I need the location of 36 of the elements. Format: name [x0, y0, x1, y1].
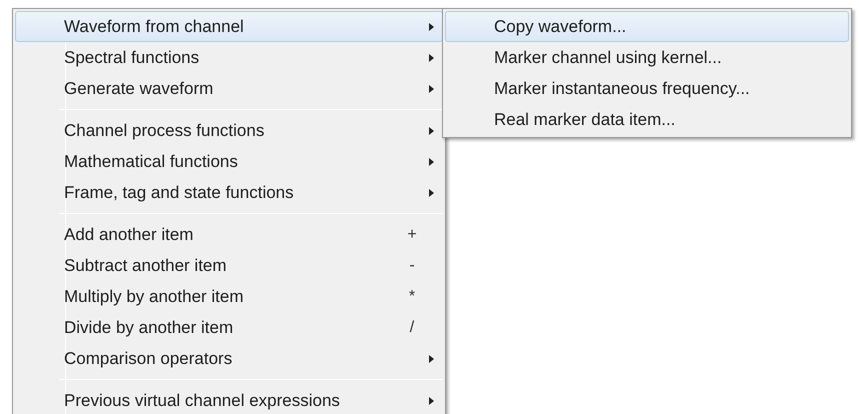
menu-item-label: Waveform from channel — [64, 16, 245, 38]
menu-item[interactable]: Marker channel using kernel... — [445, 42, 849, 73]
shortcut-label: * — [408, 286, 416, 306]
menu-item[interactable]: Divide by another item / — [15, 312, 443, 343]
shortcut-label: / — [408, 318, 416, 338]
menu-item-label: Subtract another item — [64, 254, 228, 277]
menu-item[interactable]: Multiply by another item * — [15, 281, 443, 312]
menu-item[interactable]: Waveform from channel — [15, 11, 443, 42]
menu-item-label: Generate waveform — [64, 78, 214, 100]
menu-item[interactable]: Mathematical functions — [15, 146, 443, 177]
menu-item-label: Spectral functions — [64, 46, 200, 69]
menu-item[interactable]: Generate waveform — [15, 73, 443, 104]
menu-item[interactable]: Previous virtual channel expressions — [15, 385, 443, 414]
menu-item[interactable]: Frame, tag and state functions — [15, 177, 443, 208]
shortcut-label: - — [408, 256, 416, 276]
menu-item-label: Frame, tag and state functions — [64, 182, 295, 204]
menu-item-label: Marker instantaneous frequency... — [494, 78, 751, 100]
menu-item-label: Divide by another item — [64, 316, 234, 339]
menu-item[interactable]: Add another item + — [15, 219, 443, 250]
menu-item[interactable]: Copy waveform... — [445, 11, 849, 42]
menu-item[interactable]: Subtract another item - — [15, 250, 443, 281]
menu-item-label: Previous virtual channel expressions — [64, 390, 341, 412]
menu-item-label: Multiply by another item — [64, 286, 245, 308]
menu-item[interactable]: Comparison operators — [15, 343, 443, 374]
menu-item-label: Add another item — [64, 224, 194, 246]
menu-item-label: Channel process functions — [64, 120, 266, 142]
menu-item[interactable]: Real marker data item... — [445, 104, 849, 135]
menu-item[interactable]: Marker instantaneous frequency... — [445, 73, 849, 104]
menu-item-label: Real marker data item... — [494, 108, 676, 131]
menu-item[interactable]: Channel process functions — [15, 115, 443, 146]
menu-item[interactable]: Spectral functions — [15, 42, 443, 73]
menu-item-label: Comparison operators — [64, 348, 234, 370]
menu-item-label: Copy waveform... — [494, 16, 628, 38]
menu-item-label: Mathematical functions — [64, 150, 239, 173]
shortcut-label: + — [406, 224, 418, 244]
menu-item-label: Marker channel using kernel... — [494, 46, 723, 69]
